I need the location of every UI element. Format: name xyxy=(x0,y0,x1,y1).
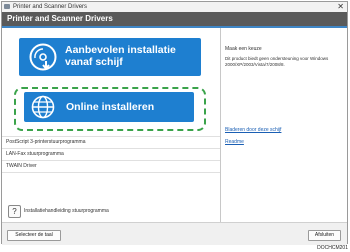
app-icon xyxy=(4,4,10,9)
disc-install-icon xyxy=(29,43,57,71)
close-icon[interactable]: ✕ xyxy=(337,2,344,11)
footer-bar: Selecteer de taal Afsluiten xyxy=(2,222,347,245)
info-description: Dit product biedt geen ondersteuning voo… xyxy=(225,56,329,67)
info-title: Maak een keuze xyxy=(225,46,262,52)
browse-disc-link[interactable]: Bladeren door deze schijf xyxy=(225,127,281,133)
install-guide-label[interactable]: Installatiehandleiding stuurprogramma xyxy=(24,207,109,215)
install-guide[interactable]: ? Installatiehandleiding stuurprogramma xyxy=(6,204,216,220)
info-pane: Maak een keuze Dit product biedt geen on… xyxy=(221,28,347,222)
help-icon[interactable]: ? xyxy=(8,205,21,218)
readme-link[interactable]: Readme xyxy=(225,139,244,145)
left-pane: Aanbevolen installatie vanaf schijf Onli… xyxy=(2,28,221,222)
driver-item-lan-fax[interactable]: LAN-Fax stuurprogramma xyxy=(2,148,220,160)
online-install-button[interactable]: Online installeren xyxy=(24,92,194,122)
globe-icon xyxy=(31,95,55,119)
recommended-install-label: Aanbevolen installatie vanaf schijf xyxy=(65,44,176,68)
installer-window: Printer and Scanner Drivers ✕ Printer an… xyxy=(1,1,348,245)
exit-button[interactable]: Afsluiten xyxy=(308,230,341,241)
recommended-install-button[interactable]: Aanbevolen installatie vanaf schijf xyxy=(19,38,201,76)
document-id: DOCHCM201 xyxy=(317,245,348,251)
window-title: Printer and Scanner Drivers xyxy=(13,4,88,10)
driver-item-twain[interactable]: TWAIN Driver xyxy=(2,160,220,173)
select-language-button[interactable]: Selecteer de taal xyxy=(7,230,61,241)
driver-item-postscript[interactable]: PostScript 3-printerstuurprogramma xyxy=(2,136,220,148)
driver-list: PostScript 3-printerstuurprogramma LAN-F… xyxy=(2,136,220,173)
header-title: Printer and Scanner Drivers xyxy=(7,14,113,23)
header-bar: Printer and Scanner Drivers xyxy=(2,12,347,28)
online-install-label: Online installeren xyxy=(66,101,155,113)
